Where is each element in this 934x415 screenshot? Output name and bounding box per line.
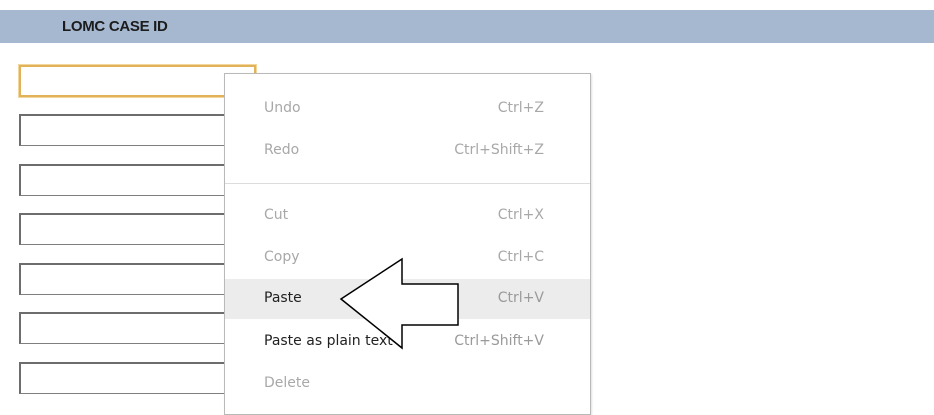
context-menu: Undo Ctrl+Z Redo Ctrl+Shift+Z Cut Ctrl+X… [224,73,591,415]
menu-item-shortcut: Ctrl+Shift+V [454,333,544,349]
menu-item-redo[interactable]: Redo Ctrl+Shift+Z [225,131,590,171]
menu-item-shortcut: Ctrl+V [497,290,544,306]
column-header-lomc-case-id: LOMC CASE ID [62,18,168,35]
menu-item-label: Redo [264,142,300,158]
lomc-case-id-input-3[interactable] [19,164,256,196]
menu-item-undo[interactable]: Undo Ctrl+Z [225,89,590,129]
menu-item-label: Paste [264,290,302,306]
menu-item-cut[interactable]: Cut Ctrl+X [225,196,590,236]
menu-item-delete[interactable]: Delete [225,364,590,404]
menu-item-label: Undo [264,100,301,116]
menu-item-label: Cut [264,207,289,223]
menu-separator [225,183,590,184]
menu-item-copy[interactable]: Copy Ctrl+C [225,238,590,278]
lomc-case-id-input-4[interactable] [19,213,256,245]
menu-item-shortcut: Ctrl+C [497,249,544,265]
menu-item-shortcut: Ctrl+X [497,207,544,223]
menu-item-shortcut: Ctrl+Shift+Z [454,142,544,158]
menu-item-paste[interactable]: Paste Ctrl+V [225,279,590,319]
lomc-case-id-input-6[interactable] [19,312,256,344]
lomc-case-id-input-5[interactable] [19,263,256,295]
menu-item-label: Paste as plain text [264,333,393,349]
lomc-case-id-input-2[interactable] [19,114,256,146]
menu-item-shortcut: Ctrl+Z [497,100,544,116]
lomc-case-id-input-1[interactable] [19,65,256,97]
menu-item-paste-plain-text[interactable]: Paste as plain text Ctrl+Shift+V [225,322,590,362]
menu-item-label: Delete [264,375,310,391]
lomc-case-id-input-7[interactable] [19,362,256,394]
menu-item-label: Copy [264,249,300,265]
